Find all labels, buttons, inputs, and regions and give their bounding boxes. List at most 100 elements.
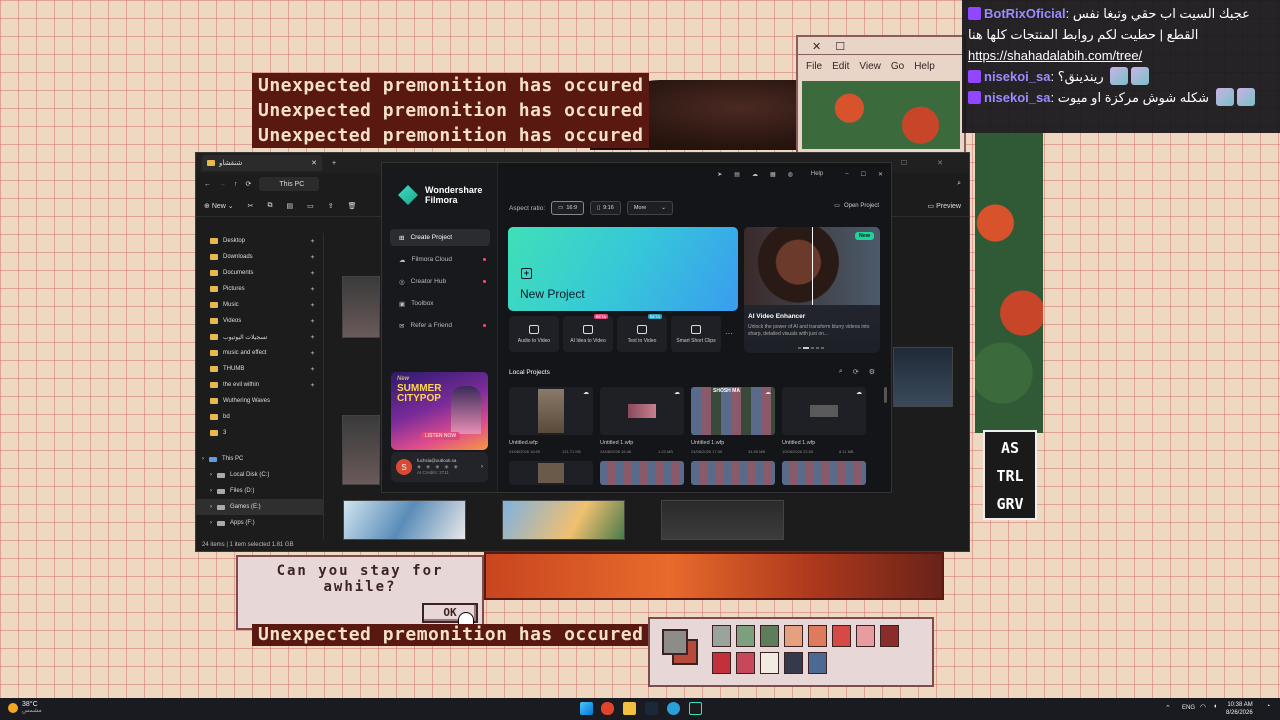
weather-widget[interactable]: 38°C مشمس	[8, 701, 42, 715]
sidebar-item[interactable]: Downloads ✦	[196, 249, 323, 265]
carousel-dots[interactable]	[798, 347, 824, 349]
open-project-button[interactable]: ▭ Open Project	[834, 202, 879, 210]
chat-link[interactable]: https://shahadalabih.com/tree/	[968, 48, 1142, 63]
aspect-more-dropdown[interactable]: More ⌄	[626, 201, 673, 215]
more-tools-icon[interactable]: ···	[725, 329, 733, 338]
tool-ai-idea-to-video[interactable]: BETA AI Idea to Video	[563, 314, 613, 352]
tool-smart-short-clips[interactable]: Smart Short Clips	[671, 316, 721, 352]
palette-swatch[interactable]	[760, 625, 779, 647]
sidebar-item[interactable]: Desktop ✦	[196, 233, 323, 249]
cloud-upload-icon[interactable]: ☁	[674, 389, 680, 396]
notification-icon[interactable]: ◔	[1266, 703, 1270, 710]
new-button[interactable]: ⊕ New ⌄	[204, 202, 234, 210]
file-thumbnail[interactable]	[343, 500, 466, 540]
copy-icon[interactable]: ⧉	[268, 202, 273, 210]
sidebar-item[interactable]: 3	[196, 425, 323, 441]
nav-refer-friend[interactable]: ✉ Refer a Friend	[390, 317, 490, 334]
palette-swatch[interactable]	[712, 625, 731, 647]
nav-toolbox[interactable]: ▣ Toolbox	[390, 295, 490, 312]
project-card[interactable]	[691, 461, 775, 485]
volume-icon[interactable]: ◖	[1213, 703, 1217, 710]
palette-swatch[interactable]	[712, 652, 731, 674]
inbox-icon[interactable]: ▤	[734, 171, 740, 178]
tray-chevron-icon[interactable]: ⌃	[1165, 704, 1171, 712]
tool-audio-to-video[interactable]: Audio to Video	[509, 316, 559, 352]
share-icon[interactable]: ⇪	[328, 202, 334, 210]
aspect-9-16-option[interactable]: ▯ 9:16	[590, 201, 621, 215]
sidebar-item[interactable]: Music ✦	[196, 297, 323, 313]
project-card[interactable]	[782, 461, 866, 485]
forward-icon[interactable]: →	[219, 181, 226, 188]
scrollbar[interactable]	[884, 387, 887, 403]
filmora-taskbar-icon[interactable]	[689, 702, 702, 715]
sidebar-item[interactable]: Videos ✦	[196, 313, 323, 329]
headset-icon[interactable]: ◍	[788, 171, 793, 178]
start-icon[interactable]	[580, 702, 593, 715]
sidebar-item[interactable]: تسجيلات اليوتيوب ✦	[196, 329, 323, 345]
app-icon[interactable]	[667, 702, 680, 715]
tool-text-to-video[interactable]: BETA Text to Video	[617, 314, 667, 352]
cloud-upload-icon[interactable]: ☁	[583, 389, 589, 396]
refresh-icon[interactable]: ⟳	[853, 368, 859, 376]
project-card[interactable]	[509, 461, 593, 485]
clock[interactable]: 10:38 AM 8/26/2026	[1226, 701, 1253, 717]
aspect-16-9-option[interactable]: ▭ 16:9	[551, 201, 585, 215]
cloud-icon[interactable]: ☁	[752, 171, 758, 178]
promo-banner[interactable]: New SUMMER CITYPOP LISTEN NOW	[391, 372, 488, 450]
rename-icon[interactable]: ▭	[307, 202, 314, 210]
sidebar-item-drive[interactable]: › Apps (F:)	[196, 515, 323, 531]
cloud-upload-icon[interactable]: ☁	[856, 389, 862, 396]
new-tab-icon[interactable]: +	[332, 160, 336, 167]
close-icon[interactable]: ✕	[878, 171, 883, 178]
file-thumbnail[interactable]	[661, 500, 784, 540]
send-icon[interactable]: ➤	[717, 171, 722, 178]
palette-swatch[interactable]	[808, 625, 827, 647]
palette-swatch[interactable]	[760, 652, 779, 674]
explorer-tab[interactable]: شنقشاو ✕	[202, 155, 322, 171]
sidebar-item[interactable]: THUMB ✦	[196, 361, 323, 377]
sidebar-item[interactable]: Documents ✦	[196, 265, 323, 281]
maximize-icon[interactable]: ☐	[861, 171, 866, 178]
up-icon[interactable]: ↑	[234, 181, 238, 188]
sidebar-item[interactable]: music and effect ✦	[196, 345, 323, 361]
sidebar-item-drive[interactable]: › Local Disk (C:)	[196, 467, 323, 483]
file-thumbnail[interactable]	[342, 276, 380, 338]
palette-swatch[interactable]	[808, 652, 827, 674]
ai-enhancer-card[interactable]: New AI Video Enhancer Unlock the power o…	[744, 227, 880, 353]
file-thumbnail[interactable]	[502, 500, 625, 540]
file-thumbnail[interactable]	[342, 415, 380, 485]
sidebar-item-this-pc[interactable]: › This PC	[196, 451, 323, 467]
sidebar-item[interactable]: Pictures ✦	[196, 281, 323, 297]
steam-icon[interactable]	[645, 702, 658, 715]
new-project-card[interactable]: + New Project	[508, 227, 738, 311]
project-card[interactable]: ☁	[509, 387, 593, 435]
preview-button[interactable]: ▭ Preview	[928, 202, 961, 210]
search-icon[interactable]: ⌕	[839, 368, 843, 376]
minimize-icon[interactable]: –	[845, 171, 848, 177]
close-tab-icon[interactable]: ✕	[311, 159, 317, 167]
sidebar-item[interactable]: the evil within ✦	[196, 377, 323, 393]
delete-icon[interactable]: 🗑	[348, 202, 357, 210]
project-card[interactable]: ☁	[600, 387, 684, 435]
file-thumbnail[interactable]	[893, 347, 953, 407]
sidebar-item-drive[interactable]: › Files (D:)	[196, 483, 323, 499]
refresh-icon[interactable]: ⟳	[246, 180, 252, 188]
browser-icon[interactable]	[601, 702, 614, 715]
palette-swatch[interactable]	[856, 625, 875, 647]
user-card[interactable]: S fuchsia@outlook.sa ◉ ◉ ◉ ◉ ◉ AI Credit…	[391, 452, 488, 482]
language-indicator[interactable]: ENG	[1182, 705, 1195, 711]
sidebar-item-drive[interactable]: › Games (E:)	[196, 499, 323, 515]
cloud-upload-icon[interactable]: ☁	[765, 389, 771, 396]
palette-swatch[interactable]	[736, 625, 755, 647]
palette-swatch[interactable]	[736, 652, 755, 674]
search-icon[interactable]: ⌕	[957, 180, 961, 188]
project-card[interactable]	[600, 461, 684, 485]
sidebar-item[interactable]: Wuthering Waves	[196, 393, 323, 409]
project-card[interactable]: ☁	[782, 387, 866, 435]
back-icon[interactable]: ←	[204, 181, 211, 188]
grid-icon[interactable]: ▦	[770, 171, 776, 178]
cut-icon[interactable]: ✂	[248, 202, 254, 210]
help-button[interactable]: Help	[811, 171, 823, 177]
palette-swatch[interactable]	[832, 625, 851, 647]
palette-swatch[interactable]	[880, 625, 899, 647]
